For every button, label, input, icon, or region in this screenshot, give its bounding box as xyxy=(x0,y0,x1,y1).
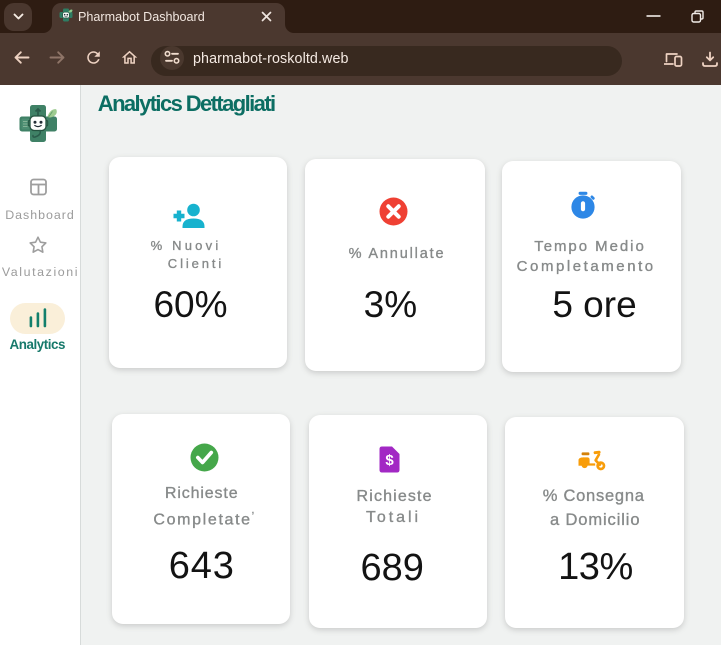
svg-text:$: $ xyxy=(385,452,394,469)
